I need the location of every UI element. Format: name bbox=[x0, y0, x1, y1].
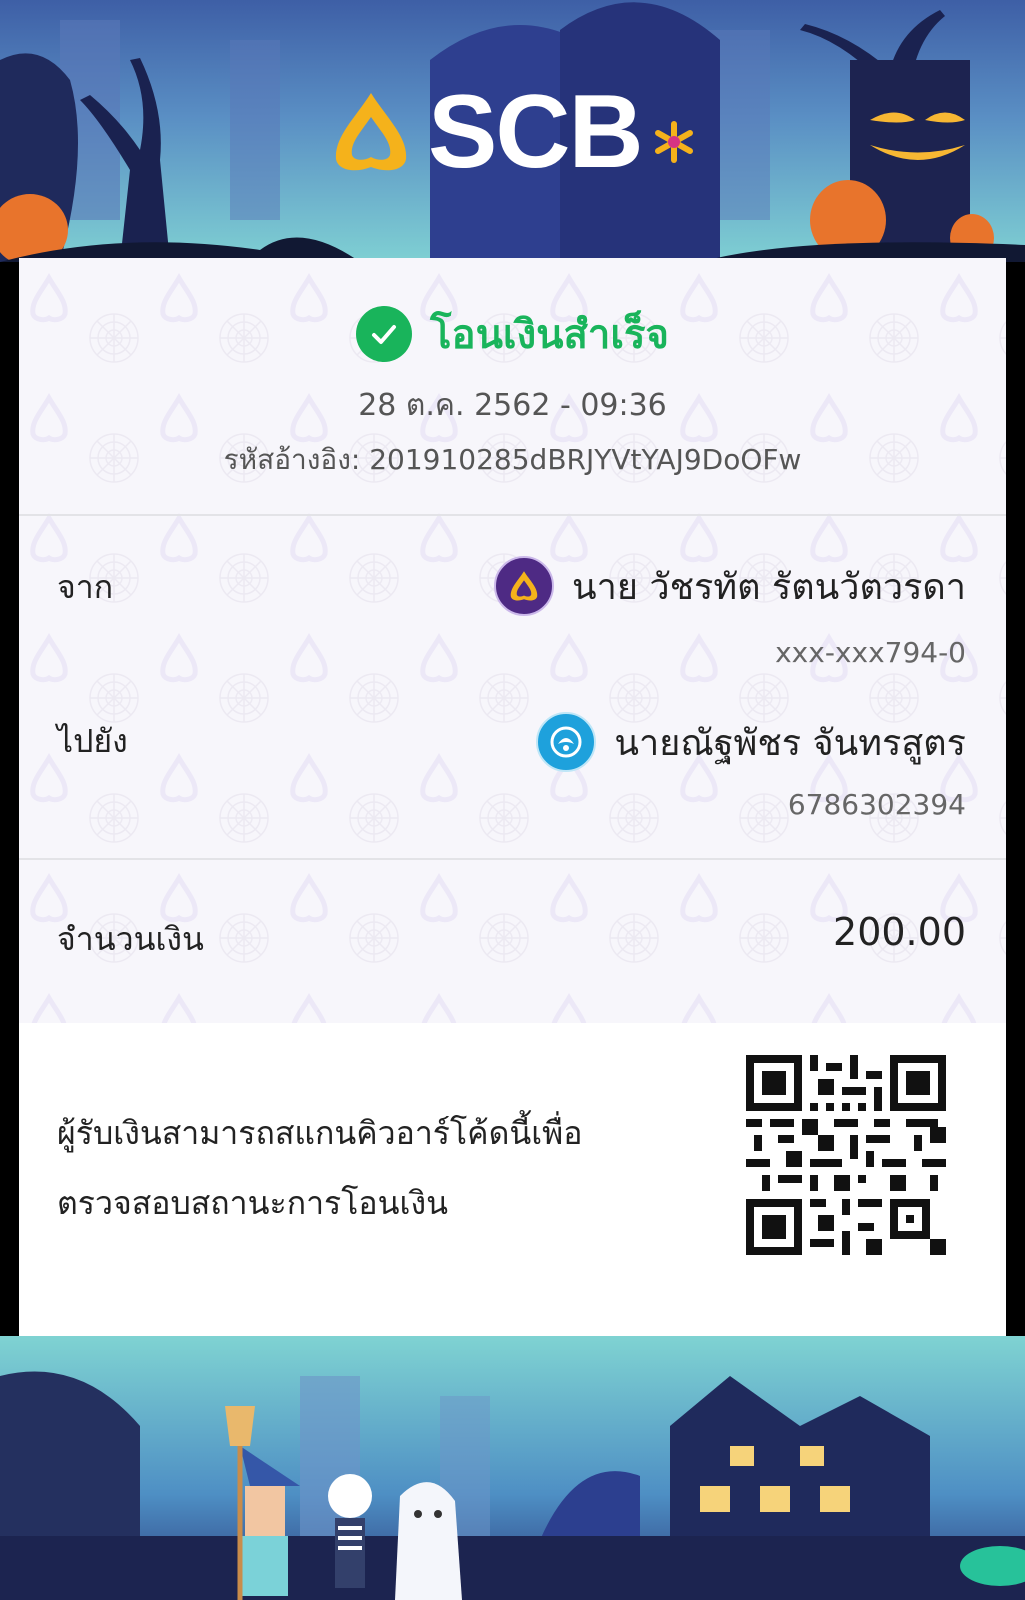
from-name: นาย วัชรทัต รัตนวัตวรดา bbox=[572, 566, 966, 608]
qr-code bbox=[746, 1055, 946, 1255]
scb-leaf-icon bbox=[335, 93, 407, 171]
transaction-datetime: 28 ต.ค. 2562 - 09:36 bbox=[358, 388, 667, 423]
to-party: นายณัฐพัชร จันทรสูตร bbox=[536, 712, 966, 772]
verification-note: ผู้รับเงินสามารถสแกนคิวอาร์โค้ดนี้เพื่อ … bbox=[57, 1098, 677, 1238]
transfer-receipt: โอนเงินสำเร็จ 28 ต.ค. 2562 - 09:36 รหัสอ… bbox=[19, 258, 1006, 1340]
verification-note-line-2: ตรวจสอบสถานะการโอนเงิน bbox=[57, 1184, 448, 1222]
brand-name: SCB bbox=[428, 74, 644, 190]
to-account: 6786302394 bbox=[787, 788, 966, 821]
ghost-figure bbox=[395, 1482, 462, 1600]
receipt-tear-edge bbox=[19, 1305, 1006, 1335]
from-party: นาย วัชรทัต รัตนวัตวรดา bbox=[494, 556, 966, 616]
header-banner: SCB bbox=[0, 0, 1025, 262]
footer-banner bbox=[0, 1336, 1025, 1600]
divider bbox=[19, 514, 1006, 516]
halloween-footer-scene bbox=[0, 1336, 1025, 1600]
reference-code: รหัสอ้างอิง: 201910285dBRJYVtYAJ9DoOFw bbox=[223, 443, 802, 476]
divider bbox=[19, 858, 1006, 860]
scb-bank-icon bbox=[494, 556, 555, 616]
ktb-bank-icon bbox=[536, 712, 597, 772]
asterisk-icon bbox=[654, 121, 693, 163]
from-label: จาก bbox=[57, 568, 114, 606]
amount-label: จำนวนเงิน bbox=[57, 920, 204, 958]
amount-value: 200.00 bbox=[833, 910, 966, 954]
to-name: นายณัฐพัชร จันทรสูตร bbox=[614, 722, 966, 764]
check-circle-icon bbox=[356, 306, 413, 362]
to-label: ไปยัง bbox=[57, 722, 128, 760]
verification-note-line-1: ผู้รับเงินสามารถสแกนคิวอาร์โค้ดนี้เพื่อ bbox=[57, 1114, 583, 1152]
from-account: xxx-xxx794-0 bbox=[775, 636, 966, 669]
status-text: โอนเงินสำเร็จ bbox=[430, 312, 669, 358]
scb-logo: SCB bbox=[326, 74, 696, 190]
status-row: โอนเงินสำเร็จ bbox=[19, 304, 1006, 364]
